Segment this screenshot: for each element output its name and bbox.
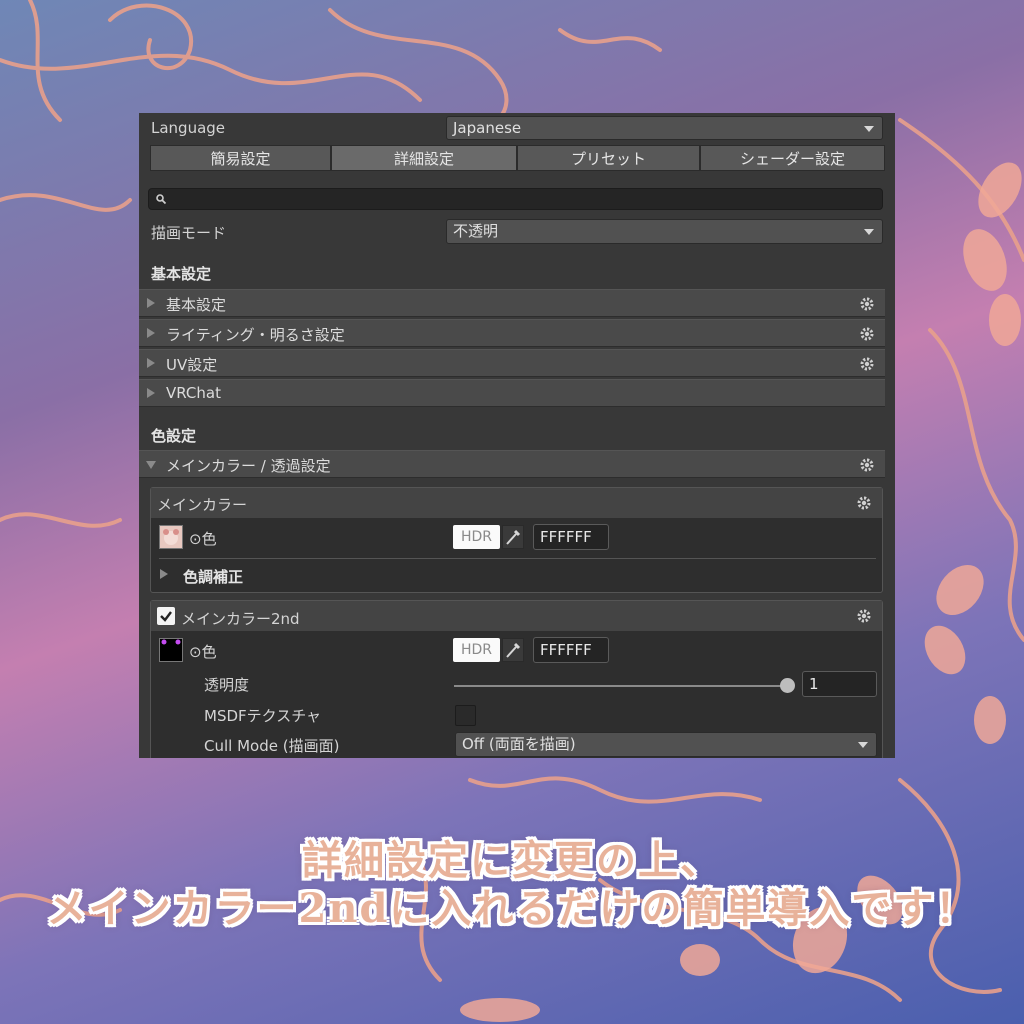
expand-arrow-icon — [147, 328, 155, 338]
expand-arrow-icon — [147, 298, 155, 308]
main-color-header: メインカラー — [151, 488, 882, 518]
expand-arrow-icon — [160, 569, 168, 579]
gear-icon[interactable] — [859, 296, 875, 312]
fold-basic-settings[interactable]: 基本設定 — [139, 289, 885, 317]
main-color-label: ⊙色 — [189, 530, 217, 548]
chevron-down-icon — [864, 229, 874, 235]
collapse-arrow-icon — [146, 461, 156, 469]
shader-inspector-panel: Language Japanese 簡易設定 詳細設定 プリセット シェーダー設… — [139, 113, 895, 758]
main-color-hex-field[interactable]: FFFFFF — [533, 524, 609, 550]
expand-arrow-icon — [147, 388, 155, 398]
fold-main-color-transparency[interactable]: メインカラー / 透過設定 — [139, 450, 885, 478]
hdr-color-swatch[interactable]: HDR — [453, 638, 500, 662]
opacity-slider-track[interactable] — [454, 685, 788, 687]
language-value: Japanese — [453, 119, 522, 137]
cull-mode-dropdown[interactable]: Off (両面を描画) — [455, 732, 877, 757]
render-mode-label: 描画モード — [151, 224, 227, 242]
cull-mode-label: Cull Mode (描画面) — [204, 737, 340, 755]
opacity-value-field[interactable]: 1 — [802, 671, 877, 697]
cull-mode-value: Off (両面を描画) — [462, 735, 576, 753]
eyedropper-icon — [506, 642, 521, 658]
main-color-title: メインカラー — [157, 496, 248, 514]
fold-vrchat[interactable]: VRChat — [139, 379, 885, 407]
main-color-2nd-title: メインカラー2nd — [181, 610, 300, 628]
main-2nd-texture-thumbnail[interactable] — [159, 638, 183, 662]
expand-arrow-icon — [147, 358, 155, 368]
eyedropper-button[interactable] — [502, 525, 524, 549]
main-color-2nd-label: ⊙色 — [189, 643, 217, 661]
chevron-down-icon — [864, 126, 874, 132]
render-mode-dropdown[interactable]: 不透明 — [446, 219, 883, 244]
main-color-2nd-box: メインカラー2nd ⊙色 HDR FFFFFF 透明度 1 MSDFテクスチャ … — [150, 600, 883, 758]
gear-icon[interactable] — [859, 326, 875, 342]
texture-preview-icon — [163, 529, 179, 545]
divider — [159, 558, 876, 559]
render-mode-value: 不透明 — [453, 222, 499, 240]
msdf-label: MSDFテクスチャ — [204, 707, 322, 725]
chevron-down-icon — [858, 742, 868, 748]
msdf-checkbox[interactable] — [455, 705, 476, 726]
fold-lighting-settings[interactable]: ライティング・明るさ設定 — [139, 319, 885, 347]
eyedropper-button[interactable] — [502, 638, 524, 662]
gear-icon[interactable] — [859, 356, 875, 372]
eyedropper-icon — [506, 529, 521, 545]
color-section-title: 色設定 — [151, 427, 197, 445]
basic-section-title: 基本設定 — [151, 265, 212, 283]
search-icon — [156, 194, 167, 205]
search-input[interactable] — [148, 188, 883, 210]
checkmark-icon — [160, 611, 172, 622]
color-correction-fold[interactable]: 色調補正 — [183, 566, 243, 587]
tab-detail[interactable]: 詳細設定 — [331, 145, 517, 171]
opacity-label: 透明度 — [204, 676, 250, 694]
language-dropdown[interactable]: Japanese — [446, 116, 883, 140]
hdr-color-swatch[interactable]: HDR — [453, 525, 500, 549]
main-color-2nd-hex-field[interactable]: FFFFFF — [533, 637, 609, 663]
main-color-2nd-checkbox[interactable] — [157, 607, 175, 625]
main-texture-thumbnail[interactable] — [159, 525, 183, 549]
texture-preview-icon — [161, 639, 181, 645]
language-label: Language — [151, 119, 226, 137]
gear-icon[interactable] — [856, 608, 872, 624]
gear-icon[interactable] — [856, 495, 872, 511]
opacity-slider-handle[interactable] — [780, 678, 795, 693]
tab-shader-settings[interactable]: シェーダー設定 — [700, 145, 885, 171]
caption-line-2: メインカラー2ndに入れるだけの簡単導入です！ — [46, 885, 978, 932]
main-color-2nd-header: メインカラー2nd — [151, 601, 882, 631]
tab-preset[interactable]: プリセット — [517, 145, 700, 171]
fold-uv-settings[interactable]: UV設定 — [139, 349, 885, 377]
gear-icon[interactable] — [859, 457, 875, 473]
main-color-box: メインカラー ⊙色 HDR FFFFFF 色調補正 — [150, 487, 883, 593]
tab-simple[interactable]: 簡易設定 — [150, 145, 331, 171]
